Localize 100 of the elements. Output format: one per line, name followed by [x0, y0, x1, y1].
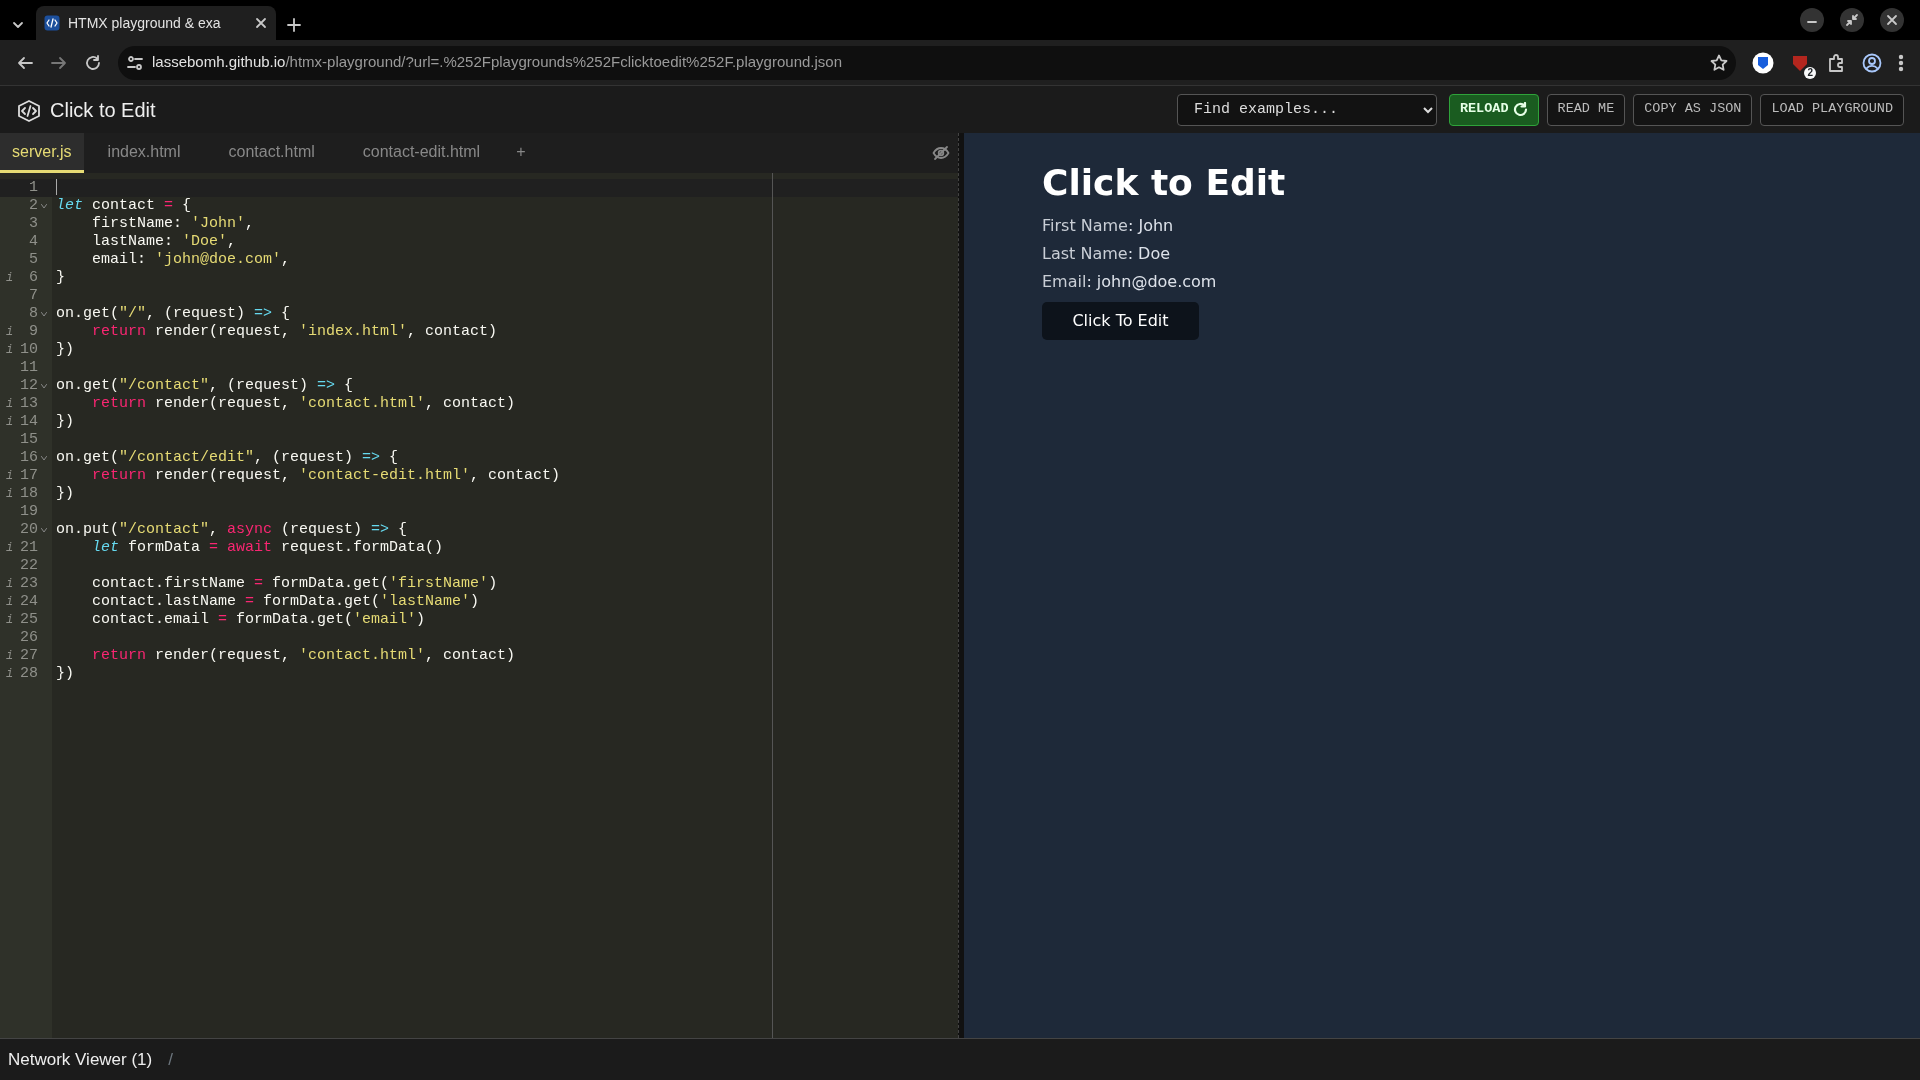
code-line: }): [56, 341, 74, 358]
extension-badge: 2: [1804, 66, 1816, 79]
code-line: on.get("/contact/edit", (request) => {: [56, 449, 399, 466]
info-marker: i: [5, 612, 12, 629]
fold-icon[interactable]: [41, 455, 47, 461]
code-line: return render(request, 'contact-edit.html', contact): [91, 467, 561, 484]
info-marker: i: [5, 342, 12, 359]
field-line: Email: john@doe.com: [1042, 271, 1218, 294]
line-number: 23: [19, 575, 38, 593]
line-number: 7: [28, 287, 38, 305]
star-icon[interactable]: [1710, 53, 1728, 72]
refresh-icon: [1512, 102, 1528, 117]
header-button[interactable]: COPY AS JSON: [1633, 93, 1753, 126]
code-line: return render(request, 'contact.html', contact): [91, 395, 516, 412]
code-line: firstName: 'John',: [91, 215, 255, 232]
line-number: 3: [28, 215, 38, 233]
code-line: return render(request, 'contact.html', contact): [91, 647, 516, 664]
info-marker: i: [5, 594, 12, 611]
url-host: lassebomh.github.io: [152, 53, 286, 71]
line-number: 14: [19, 413, 38, 431]
menu-icon[interactable]: [1898, 53, 1904, 72]
line-number: 28: [19, 665, 38, 683]
code-line: }: [56, 269, 65, 286]
reload-button[interactable]: RELOAD: [1448, 93, 1539, 126]
line-number: 6: [28, 269, 38, 287]
line-number: 2: [28, 197, 38, 215]
account-icon[interactable]: [1862, 52, 1882, 73]
line-number: 16: [19, 449, 38, 467]
info-marker: i: [5, 486, 12, 503]
info-marker: i: [5, 468, 12, 485]
puzzle-icon[interactable]: [1826, 52, 1846, 73]
close-icon[interactable]: [254, 16, 268, 30]
fold-icon[interactable]: [41, 203, 47, 209]
panel-title[interactable]: Network Viewer (1): [8, 1046, 153, 1073]
app-title: Click to Edit: [50, 97, 157, 123]
code-line: }): [56, 485, 74, 502]
line-number: 12: [19, 377, 38, 395]
code-line: let formData = await request.formData(): [91, 539, 444, 556]
header-button[interactable]: LOAD PLAYGROUND: [1760, 93, 1904, 126]
field-line: First Name: John: [1042, 215, 1175, 238]
line-number: 4: [28, 233, 38, 251]
info-marker: i: [5, 576, 12, 593]
code-line: email: 'john@doe.com',: [91, 251, 291, 268]
code-line: contact.firstName = formData.get('firstName'): [91, 575, 498, 592]
line-number: 10: [19, 341, 38, 359]
fold-icon[interactable]: [41, 383, 47, 389]
edit-button[interactable]: Click To Edit: [1042, 302, 1199, 341]
eye-slash-icon[interactable]: [932, 144, 950, 162]
file-tab[interactable]: index.html: [83, 133, 205, 173]
line-number: 15: [19, 431, 38, 449]
line-number: 21: [19, 539, 38, 557]
line-number: 13: [19, 395, 38, 413]
info-marker: i: [5, 540, 12, 557]
line-number: 5: [28, 251, 38, 269]
url-path: /htmx-playground/?url=.%252Fplaygrounds%252Fclicktoedit%252F.playground.json: [285, 53, 842, 71]
splitter-handle[interactable]: [958, 133, 964, 1038]
line-number: 26: [19, 629, 38, 647]
fold-icon[interactable]: [41, 311, 47, 317]
info-marker: i: [5, 414, 12, 431]
text-cursor: [56, 179, 57, 196]
line-number: 8: [28, 305, 38, 323]
header-button[interactable]: READ ME: [1546, 93, 1626, 126]
line-number: 17: [19, 467, 38, 485]
tab-title: HTMX playground & exa: [68, 13, 222, 33]
line-number: 19: [19, 503, 38, 521]
line-number: 18: [19, 485, 38, 503]
code-line: return render(request, 'index.html', contact): [91, 323, 498, 340]
line-number: 11: [19, 359, 38, 377]
field-line: Last Name: Doe: [1042, 243, 1172, 266]
code-line: let contact = {: [56, 197, 192, 214]
examples-select[interactable]: Find examples...: [1176, 93, 1437, 126]
browser-tab[interactable]: HTMX playground & exa: [36, 6, 276, 40]
info-marker: i: [5, 396, 12, 413]
close-icon[interactable]: [1880, 8, 1904, 32]
code-line: on.put("/contact", async (request) => {: [56, 521, 408, 538]
shield-icon[interactable]: [1752, 51, 1774, 74]
settings-icon[interactable]: [126, 53, 144, 72]
code-line: contact.lastName = formData.get('lastName'): [91, 593, 480, 610]
fold-icon[interactable]: [41, 527, 47, 533]
code-line: lastName: 'Doe',: [91, 233, 237, 250]
restore-icon[interactable]: [1840, 8, 1864, 32]
line-number: 1: [28, 179, 38, 197]
file-tab[interactable]: contact-edit.html: [338, 133, 505, 173]
code-line: contact.email = formData.get('email'): [91, 611, 426, 628]
file-tab[interactable]: contact.html: [204, 133, 339, 173]
reload-icon[interactable]: [84, 53, 102, 72]
code-line: }): [56, 413, 74, 430]
code-line: }): [56, 665, 74, 682]
add-tab-button[interactable]: +: [504, 133, 538, 173]
code-line: on.get("/contact", (request) => {: [56, 377, 354, 394]
code-icon: [44, 15, 60, 31]
line-number: 20: [19, 521, 38, 539]
minimize-icon[interactable]: [1800, 8, 1824, 32]
line-number: 22: [19, 557, 38, 575]
line-number: 27: [19, 647, 38, 665]
breadcrumb-path: /: [168, 1048, 173, 1071]
address-bar[interactable]: lassebomh.github.io/htmx-playground/?url=.%252Fplaygrounds%252Fclicktoedit%252F.playground.json: [118, 45, 1736, 80]
line-number: 9: [28, 323, 38, 341]
file-tab[interactable]: server.js: [0, 133, 84, 173]
code-line: on.get("/", (request) => {: [56, 305, 291, 322]
